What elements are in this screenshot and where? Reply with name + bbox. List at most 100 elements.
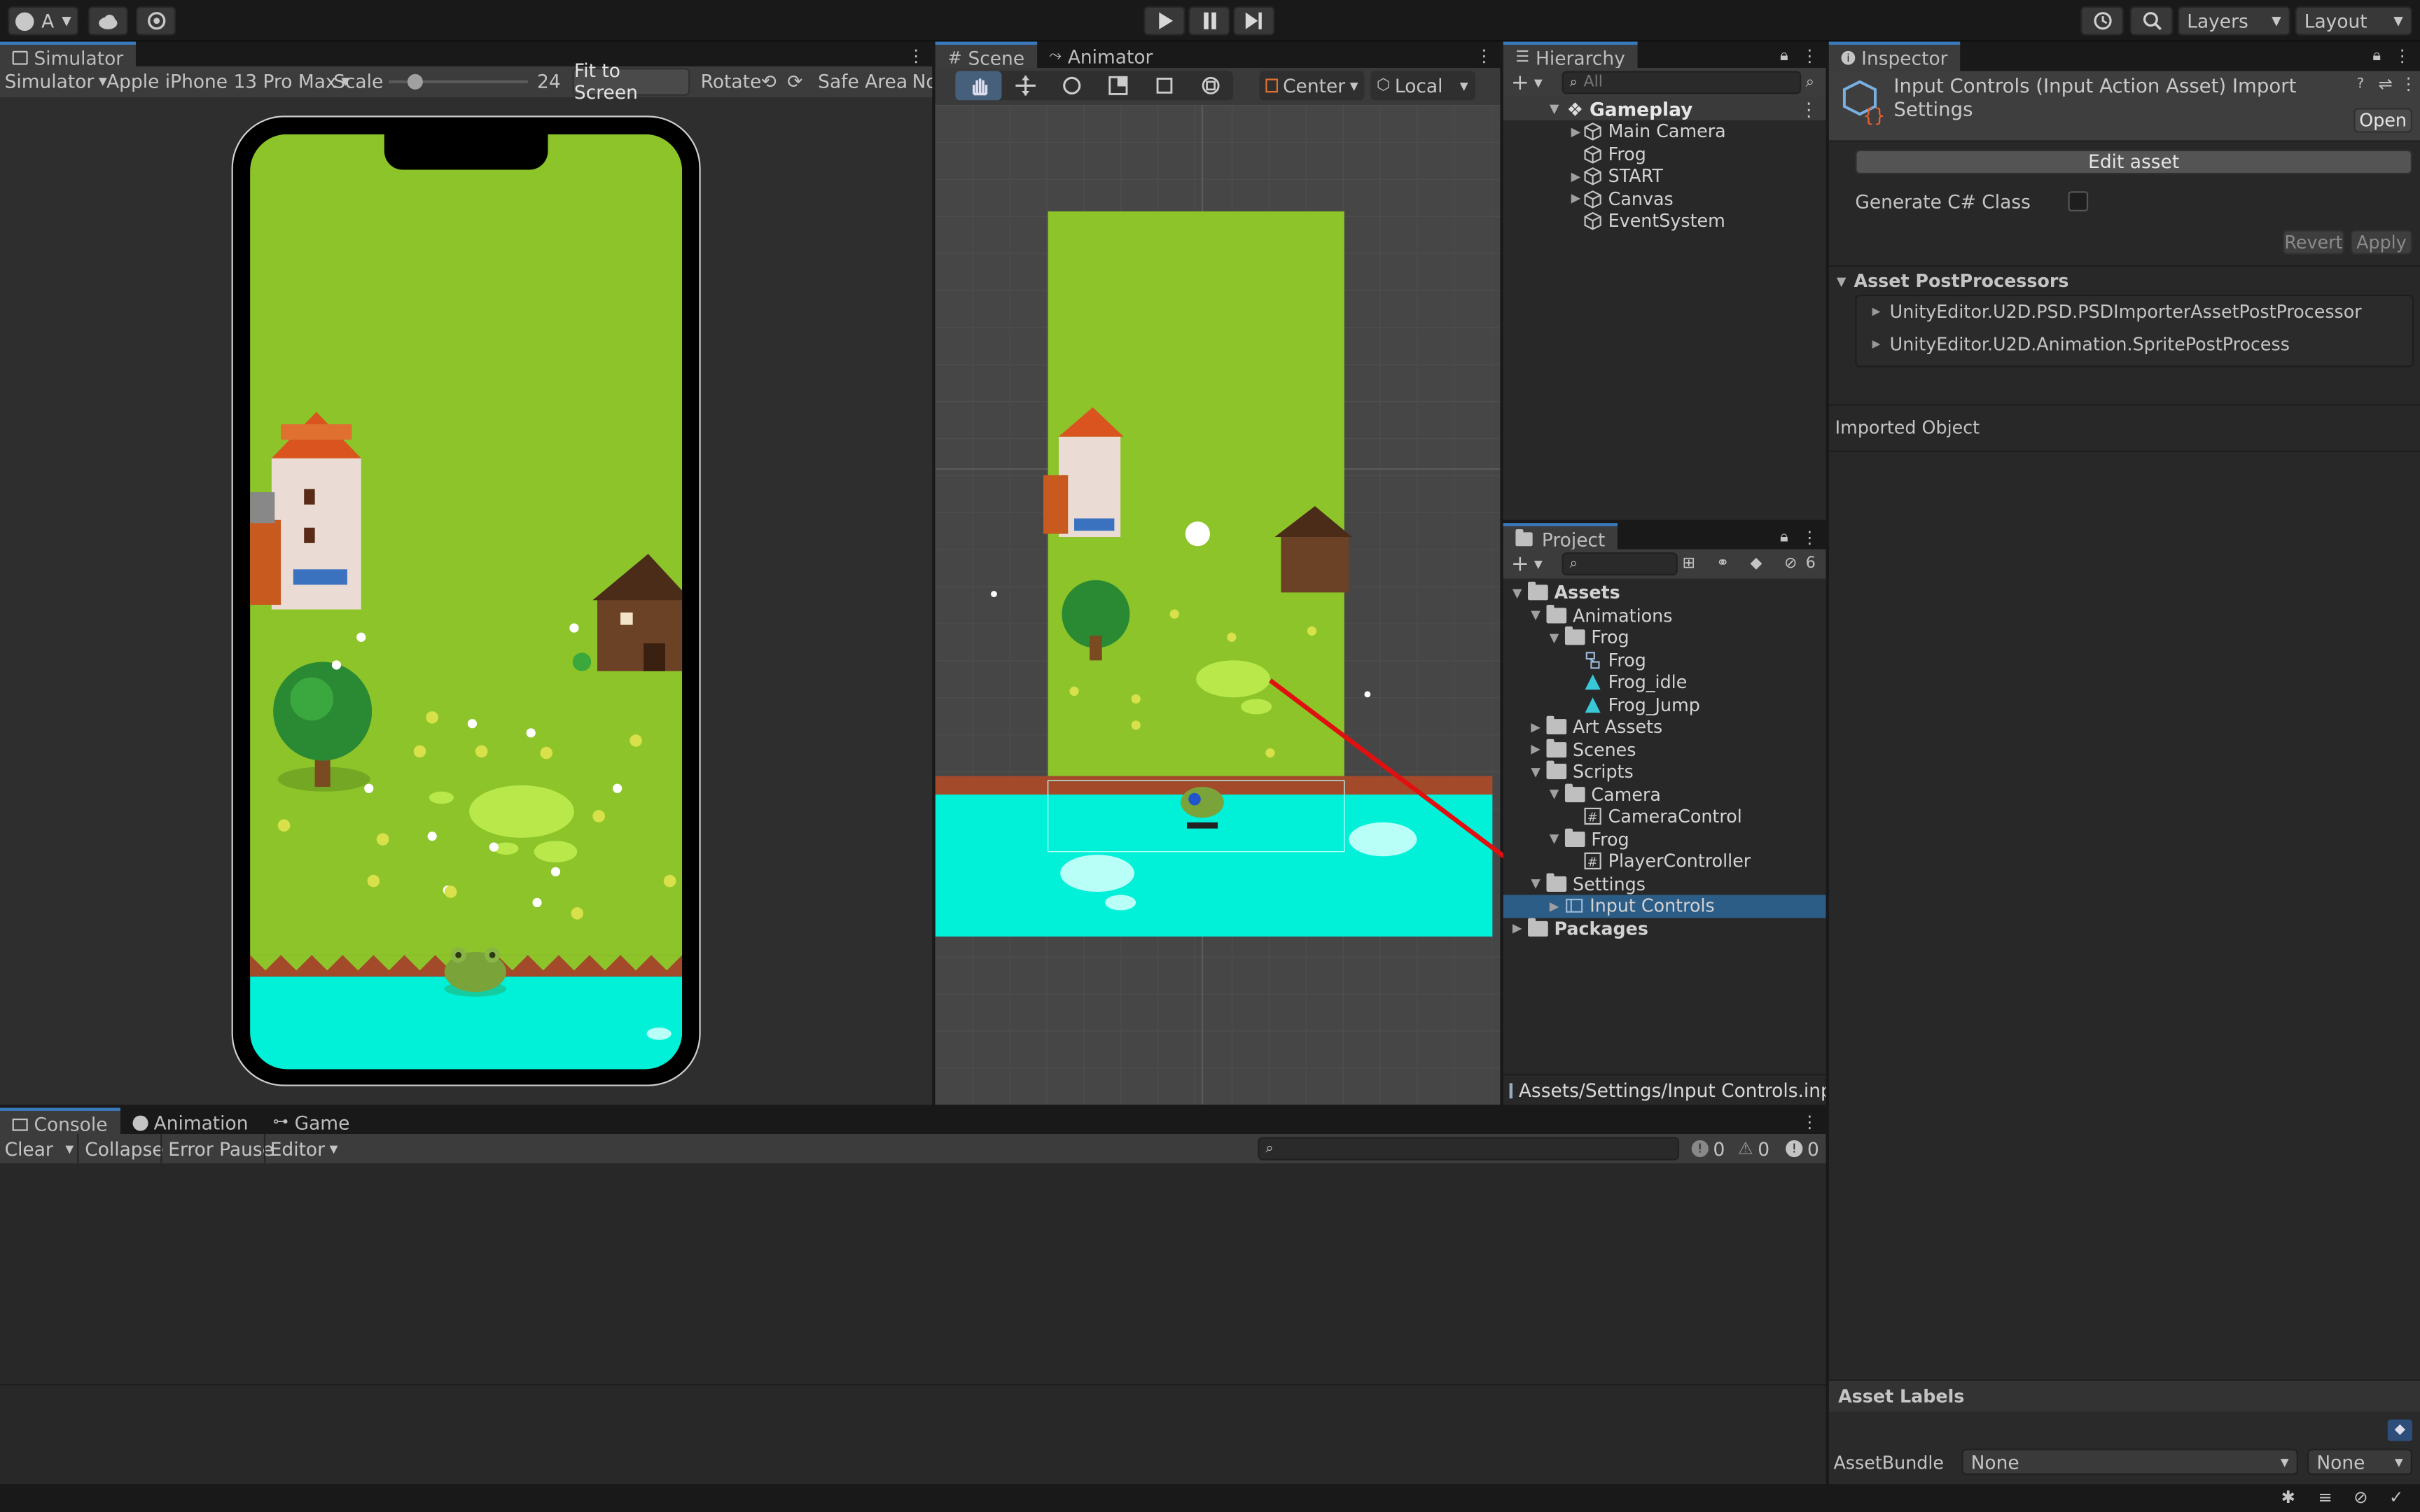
expand-arrow-icon[interactable]: ▼ — [1547, 631, 1562, 645]
tab-game[interactable]: ⊶ Game — [260, 1108, 362, 1138]
label-tag-icon[interactable]: ◆ — [2387, 1419, 2413, 1441]
help-icon[interactable]: ? — [2357, 77, 2365, 92]
hierarchy-item[interactable]: ▶ Main Camera — [1503, 120, 1826, 143]
console-search-input[interactable]: ⌕ — [1258, 1137, 1680, 1161]
project-item[interactable]: ▼ Scripts — [1503, 761, 1826, 783]
warning-count: 0 — [1758, 1138, 1770, 1160]
project-item[interactable]: # PlayerController — [1503, 850, 1826, 872]
search-by-type-icon[interactable]: ⊞ — [1682, 555, 1695, 572]
project-item[interactable]: Frog — [1503, 649, 1826, 671]
asset-bundle-dropdown[interactable]: None ▼ — [1961, 1448, 2298, 1476]
add-icon[interactable]: + — [1511, 552, 1529, 576]
tab-inspector[interactable]: i Inspector — [1828, 41, 1961, 71]
revert-button[interactable]: Revert — [2282, 230, 2345, 255]
progress-check-icon[interactable]: ✓ — [2389, 1488, 2403, 1508]
log-filter-toggle[interactable]: ! 0 — [1691, 1138, 1725, 1159]
project-item[interactable]: ▶ Art Assets — [1503, 716, 1826, 738]
project-item-label: Frog_Jump — [1608, 694, 1700, 716]
panel-menu-icon[interactable]: ⋮ — [1801, 47, 1818, 66]
collapse-toggle[interactable]: Collapse — [85, 1138, 163, 1160]
filter-icon[interactable]: ⚭ — [1716, 555, 1729, 572]
project-item[interactable]: ▼ Assets — [1503, 582, 1826, 604]
console-detail-area[interactable] — [0, 1384, 1826, 1485]
project-item[interactable]: ▼ Animations — [1503, 604, 1826, 626]
hierarchy-scene-row[interactable]: ▼ ❖ Gameplay ⋮ — [1503, 97, 1826, 120]
expand-arrow-icon[interactable]: ▶ — [1547, 899, 1562, 913]
expand-arrow-icon[interactable]: ▶ — [1568, 125, 1583, 139]
lock-icon[interactable]: 🔒︎ — [2369, 48, 2384, 66]
search-icon: ⌕ — [1569, 74, 1578, 90]
panel-menu-icon[interactable]: ⋮ — [2394, 47, 2411, 66]
label-icon[interactable]: ◆ — [1750, 555, 1762, 572]
expand-arrow-icon[interactable]: ▼ — [1528, 608, 1543, 622]
generate-csharp-checkbox[interactable] — [2068, 191, 2089, 211]
project-item[interactable]: ▼ Frog — [1503, 626, 1826, 649]
error-pause-toggle[interactable]: Error Pause — [168, 1138, 274, 1160]
project-search-input[interactable]: ⌕ — [1562, 552, 1678, 576]
auto-generate-lighting-icon[interactable]: ⊘ — [2353, 1488, 2367, 1508]
project-item-selected[interactable]: ▶ Input Controls — [1503, 895, 1826, 918]
panel-menu-icon[interactable]: ⋮ — [1801, 1113, 1818, 1132]
chevron-down-icon[interactable]: ▼ — [1534, 558, 1543, 570]
bug-icon[interactable]: ✱ — [2281, 1488, 2295, 1508]
open-button[interactable]: Open — [2353, 108, 2413, 133]
tab-console[interactable]: Console — [0, 1107, 120, 1138]
tab-project[interactable]: Project — [1503, 523, 1618, 553]
hierarchy-item[interactable]: ▶ Canvas — [1503, 188, 1826, 210]
project-item[interactable]: # CameraControl — [1503, 806, 1826, 828]
hierarchy-search-input[interactable]: ⌕ All — [1562, 71, 1802, 94]
open-label: Open — [2359, 109, 2407, 132]
editor-dropdown[interactable]: Editor ▼ — [270, 1138, 338, 1160]
project-item[interactable]: ▼ Frog — [1503, 827, 1826, 850]
expand-arrow-icon[interactable]: ▶ — [1568, 169, 1583, 183]
expand-arrow-icon[interactable]: ▶ — [1510, 921, 1525, 935]
project-item[interactable]: Frog_idle — [1503, 671, 1826, 694]
expand-arrow-icon[interactable]: ▶ — [1528, 720, 1543, 734]
scene-menu-icon[interactable]: ⋮ — [1800, 98, 1818, 120]
panel-menu-icon[interactable]: ⋮ — [1801, 528, 1818, 547]
preset-icon[interactable]: ⇌ — [2379, 74, 2393, 94]
project-item-label: PlayerController — [1608, 850, 1751, 872]
expand-arrow-icon[interactable]: ▼ — [1547, 788, 1562, 802]
project-item[interactable]: ▶ Packages — [1503, 917, 1826, 939]
tab-hierarchy[interactable]: ☰ Hierarchy — [1503, 41, 1638, 71]
asset-postprocessors-foldout[interactable]: ▼ Asset PostProcessors — [1837, 270, 2069, 292]
asset-variant-dropdown[interactable]: None ▼ — [2307, 1448, 2413, 1476]
error-filter-toggle[interactable]: ! 0 — [1786, 1138, 1819, 1159]
hierarchy-item[interactable]: EventSystem — [1503, 210, 1826, 232]
add-icon[interactable]: + — [1511, 70, 1529, 94]
cache-server-icon[interactable]: ≡ — [2318, 1488, 2332, 1508]
folder-icon — [1564, 783, 1585, 802]
animation-clip-icon — [1583, 673, 1601, 692]
lock-icon[interactable]: 🔒︎ — [1776, 48, 1792, 66]
hierarchy-item[interactable]: Frog — [1503, 143, 1826, 165]
clear-dropdown[interactable]: Clear ▼ — [5, 1138, 74, 1160]
tab-animation[interactable]: Animation — [120, 1108, 260, 1138]
expand-arrow-icon[interactable]: ▼ — [1547, 832, 1562, 846]
warning-filter-toggle[interactable]: ⚠︎ 0 — [1738, 1138, 1769, 1160]
project-item[interactable]: ▼ Camera — [1503, 783, 1826, 806]
animation-clip-icon — [1583, 695, 1601, 713]
expand-arrow-icon[interactable]: ▼ — [1528, 765, 1543, 779]
project-item-label: Scripts — [1572, 761, 1634, 783]
postprocessor-item[interactable]: ▶ UnityEditor.U2D.Animation.SpritePostPr… — [1872, 333, 2290, 355]
project-item[interactable]: ▼ Settings — [1503, 872, 1826, 895]
gameobject-icon — [1583, 190, 1601, 209]
project-item[interactable]: ▶ Scenes — [1503, 738, 1826, 761]
folder-icon — [1546, 761, 1567, 780]
chevron-down-icon[interactable]: ▼ — [1534, 76, 1543, 89]
expand-arrow-icon[interactable]: ▶ — [1568, 192, 1583, 206]
lock-icon[interactable]: 🔒︎ — [1776, 529, 1792, 547]
scene-visibility-icon[interactable]: ⌕ — [1806, 74, 1814, 91]
expand-arrow-icon[interactable]: ▶ — [1528, 743, 1543, 757]
console-log-area[interactable] — [0, 1165, 1826, 1385]
expand-arrow-icon[interactable]: ▼ — [1528, 876, 1543, 890]
expand-arrow-icon[interactable]: ▼ — [1510, 586, 1525, 600]
edit-asset-button[interactable]: Edit asset — [1855, 149, 2413, 175]
hidden-packages-icon[interactable]: ⊘ — [1784, 555, 1797, 572]
apply-button[interactable]: Apply — [2350, 230, 2413, 255]
postprocessor-item[interactable]: ▶ UnityEditor.U2D.PSD.PSDImporterAssetPo… — [1872, 301, 2362, 323]
project-item[interactable]: Frog_Jump — [1503, 694, 1826, 716]
hierarchy-item[interactable]: ▶ START — [1503, 165, 1826, 188]
component-menu-icon[interactable]: ⋮ — [2400, 74, 2416, 94]
